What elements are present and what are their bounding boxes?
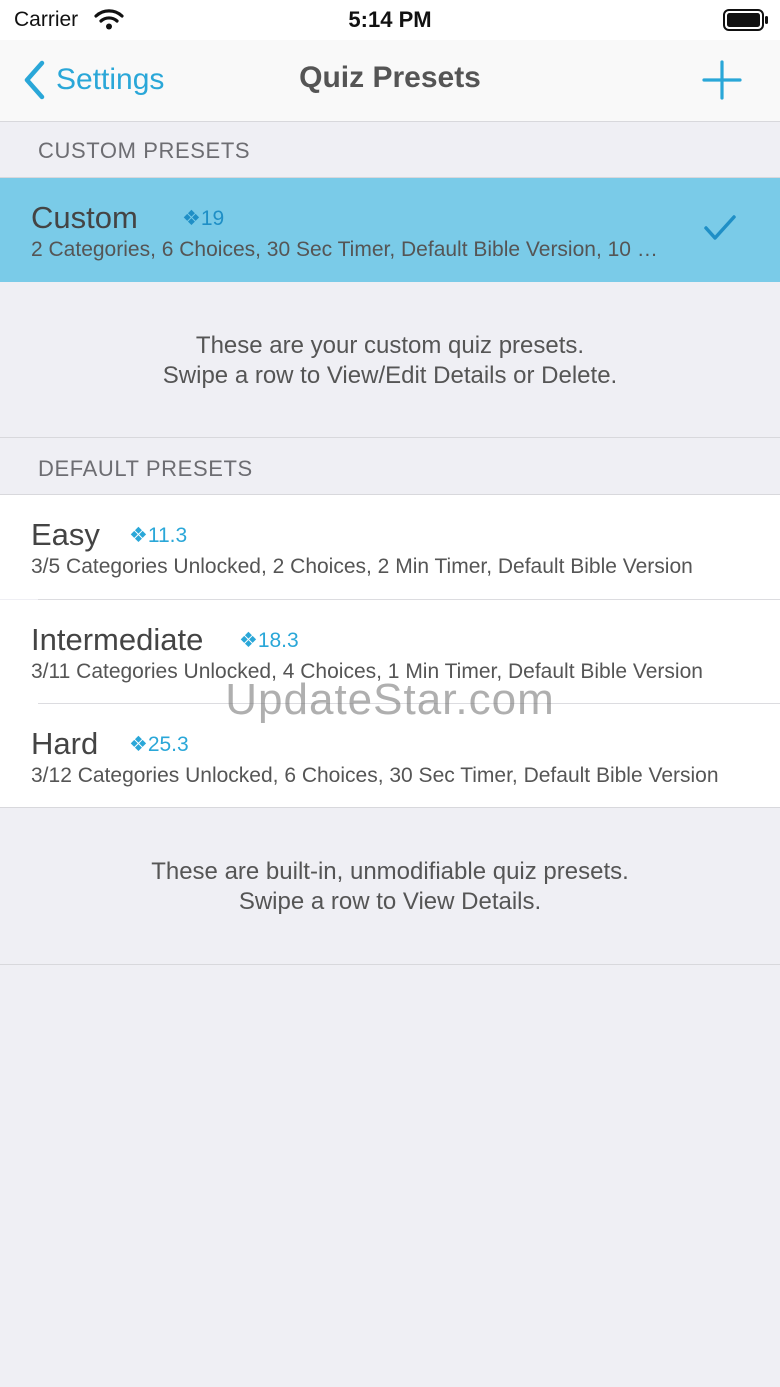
watermark: UpdateStar.com bbox=[225, 675, 555, 724]
preset-title: Hard bbox=[31, 726, 99, 761]
divider bbox=[0, 437, 780, 438]
footer-line: These are built-in, unmodifiable quiz pr… bbox=[151, 858, 629, 885]
preset-title: Easy bbox=[31, 517, 100, 552]
footer-line: These are your custom quiz presets. bbox=[195, 332, 585, 359]
checkmark-icon bbox=[704, 215, 736, 240]
preset-detail: 3/12 Categories Unlocked, 6 Choices, 30 … bbox=[31, 764, 719, 787]
status-time: 5:14 PM bbox=[348, 7, 432, 32]
preset-detail: 3/5 Categories Unlocked, 2 Choices, 2 Mi… bbox=[31, 555, 693, 578]
add-icon[interactable] bbox=[700, 58, 744, 102]
status-bar: Carrier 5:14 PM bbox=[0, 0, 780, 40]
default-presets-footer: These are built-in, unmodifiable quiz pr… bbox=[0, 857, 780, 917]
footer-line: Swipe a row to View Details. bbox=[238, 888, 542, 915]
custom-presets-footer: These are your custom quiz presets. Swip… bbox=[0, 331, 780, 391]
preset-score: ❖25.3 bbox=[129, 733, 189, 756]
preset-score: ❖19 bbox=[182, 207, 225, 230]
preset-title: Custom bbox=[31, 200, 138, 235]
preset-score: ❖11.3 bbox=[129, 524, 188, 547]
divider bbox=[0, 964, 780, 965]
section-header-custom: CUSTOM PRESETS bbox=[38, 138, 251, 163]
preset-row-custom[interactable]: Custom ❖19 2 Categories, 6 Choices, 30 S… bbox=[0, 178, 780, 282]
page-title: Quiz Presets bbox=[299, 61, 481, 94]
battery-icon bbox=[723, 9, 768, 31]
divider bbox=[0, 807, 780, 808]
preset-detail: 2 Categories, 6 Choices, 30 Sec Timer, D… bbox=[31, 238, 671, 261]
preset-row-easy[interactable]: Easy ❖11.3 3/5 Categories Unlocked, 2 Ch… bbox=[0, 495, 780, 599]
preset-title: Intermediate bbox=[31, 622, 204, 657]
section-header-default: DEFAULT PRESETS bbox=[38, 456, 253, 481]
footer-line: Swipe a row to View/Edit Details or Dele… bbox=[162, 362, 618, 389]
preset-score: ❖18.3 bbox=[239, 629, 299, 652]
navigation-bar: Settings Quiz Presets bbox=[0, 40, 780, 122]
